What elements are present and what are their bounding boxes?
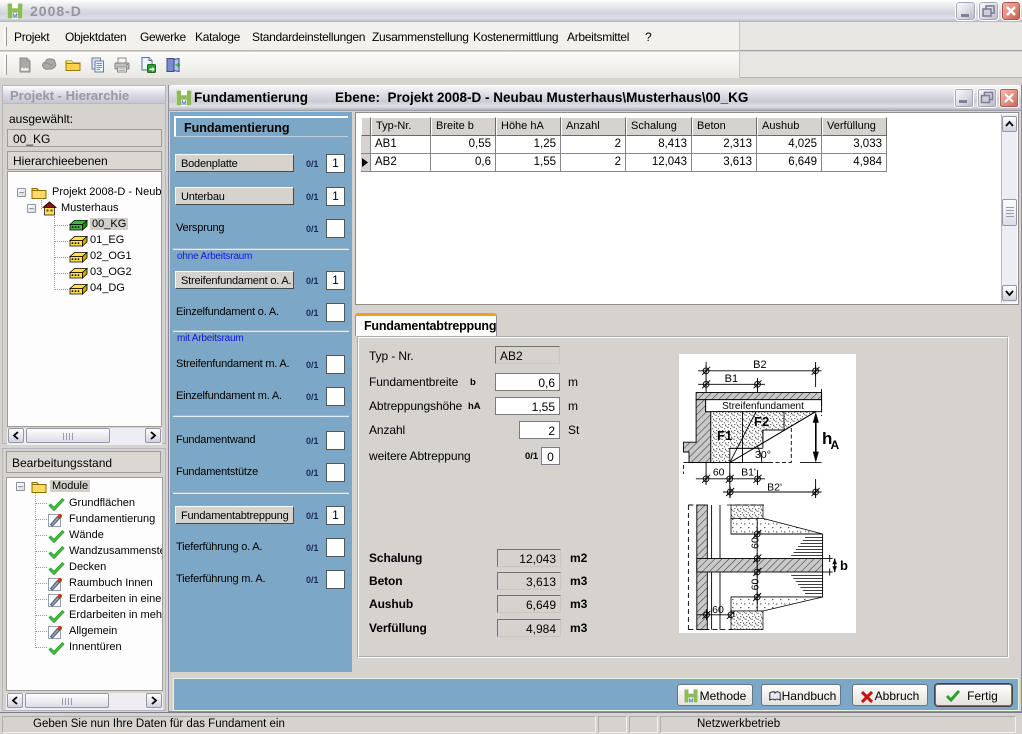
svg-text:B2: B2 bbox=[753, 359, 766, 371]
svg-text:Streifenfundament: Streifenfundament bbox=[722, 401, 804, 412]
svg-text:60: 60 bbox=[750, 537, 762, 549]
svg-text:30°: 30° bbox=[755, 449, 771, 461]
svg-text:A: A bbox=[831, 438, 840, 452]
svg-text:M: M bbox=[689, 698, 694, 703]
svg-text:M: M bbox=[12, 13, 17, 19]
svg-text:F1: F1 bbox=[717, 428, 732, 443]
svg-text:60: 60 bbox=[712, 604, 724, 616]
svg-text:F2: F2 bbox=[754, 414, 769, 429]
svg-text:60: 60 bbox=[713, 467, 725, 479]
svg-text:M: M bbox=[181, 100, 186, 106]
svg-text:60: 60 bbox=[750, 579, 762, 591]
svg-text:B1': B1' bbox=[741, 467, 756, 479]
svg-text:B1: B1 bbox=[725, 373, 738, 385]
svg-text:B2': B2' bbox=[767, 482, 782, 494]
svg-text:b: b bbox=[840, 558, 848, 573]
